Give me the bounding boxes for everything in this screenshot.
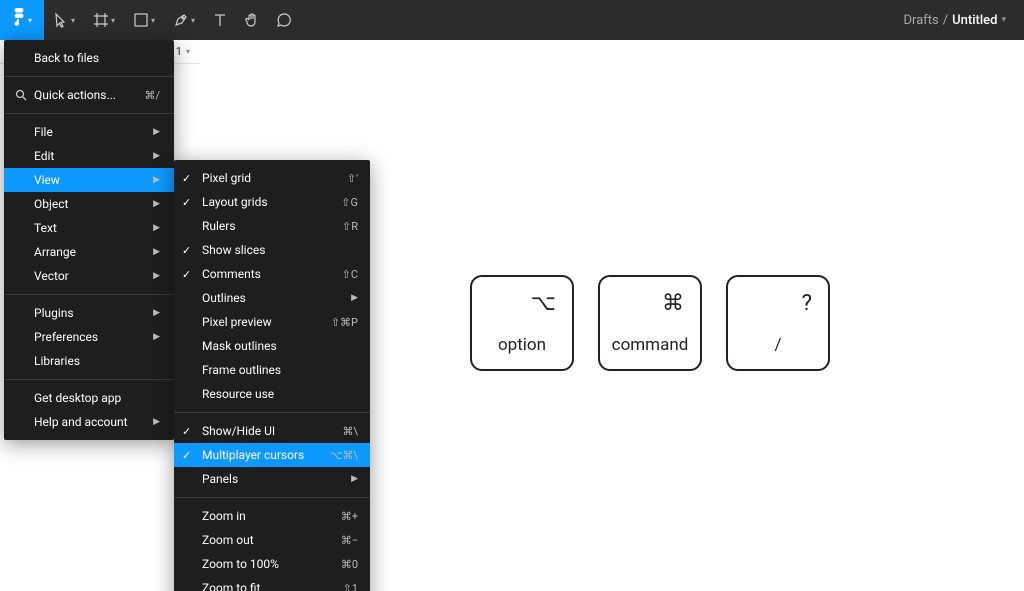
panel-tab-indicator: 1 xyxy=(176,45,182,58)
submenu-show-hide-ui[interactable]: ✓Show/Hide UI⌘\ xyxy=(174,419,370,443)
submenu-show-slices[interactable]: ✓Show slices xyxy=(174,238,370,262)
breadcrumb-folder[interactable]: Drafts xyxy=(904,13,939,28)
chevron-right-icon: ▶ xyxy=(153,127,160,137)
submenu-layout-grids[interactable]: ✓Layout grids⇧G xyxy=(174,190,370,214)
option-symbol: ⌥ xyxy=(531,291,556,316)
check-icon: ✓ xyxy=(182,425,196,438)
chevron-right-icon: ▶ xyxy=(153,247,160,257)
menu-separator xyxy=(4,294,174,295)
menu-plugins[interactable]: Plugins▶ xyxy=(4,301,174,325)
submenu-pixel-preview[interactable]: Pixel preview⇧⌘P xyxy=(174,310,370,334)
chevron-right-icon: ▶ xyxy=(153,417,160,427)
main-menu-dropdown: Back to files Quick actions... ⌘/ File▶ … xyxy=(4,40,174,440)
chevron-right-icon: ▶ xyxy=(153,175,160,185)
shape-tool[interactable]: ▾ xyxy=(124,0,164,40)
menu-separator xyxy=(4,76,174,77)
submenu-zoom-100[interactable]: Zoom to 100%⌘0 xyxy=(174,552,370,576)
submenu-frame-outlines[interactable]: Frame outlines xyxy=(174,358,370,382)
view-submenu: ✓Pixel grid⇧' ✓Layout grids⇧G Rulers⇧R ✓… xyxy=(174,160,370,591)
menu-separator xyxy=(174,412,370,413)
pen-tool[interactable]: ▾ xyxy=(164,0,204,40)
menu-separator xyxy=(174,497,370,498)
figma-menu-button[interactable]: ▾ xyxy=(0,0,44,40)
chevron-right-icon: ▶ xyxy=(153,271,160,281)
chevron-down-icon: ▾ xyxy=(111,16,115,25)
toolbar-left: ▾ ▾ ▾ ▾ ▾ xyxy=(0,0,300,40)
keyboard-keys-group: ⌥ option ⌘ command ? / xyxy=(470,275,830,371)
submenu-zoom-out[interactable]: Zoom out⌘− xyxy=(174,528,370,552)
option-label: option xyxy=(498,335,546,355)
move-tool[interactable]: ▾ xyxy=(44,0,84,40)
chevron-down-icon: ▾ xyxy=(71,16,75,25)
breadcrumb-separator: / xyxy=(943,13,948,28)
document-title[interactable]: Untitled xyxy=(952,13,997,28)
check-icon: ✓ xyxy=(182,196,196,209)
menu-separator xyxy=(4,113,174,114)
chevron-right-icon: ▶ xyxy=(153,151,160,161)
chevron-right-icon: ▶ xyxy=(351,293,358,303)
frame-tool[interactable]: ▾ xyxy=(84,0,124,40)
key-option: ⌥ option xyxy=(470,275,574,371)
chevron-right-icon: ▶ xyxy=(351,474,358,484)
chevron-right-icon: ▶ xyxy=(153,308,160,318)
search-icon xyxy=(14,89,28,101)
text-tool[interactable] xyxy=(204,0,236,40)
menu-view[interactable]: View▶ xyxy=(4,168,174,192)
check-icon: ✓ xyxy=(182,449,196,462)
check-icon: ✓ xyxy=(182,268,196,281)
menu-get-desktop[interactable]: Get desktop app xyxy=(4,386,174,410)
question-symbol: ? xyxy=(802,291,812,316)
menu-object[interactable]: Object▶ xyxy=(4,192,174,216)
chevron-down-icon[interactable]: ▾ xyxy=(1001,15,1006,25)
submenu-mask-outlines[interactable]: Mask outlines xyxy=(174,334,370,358)
menu-edit[interactable]: Edit▶ xyxy=(4,144,174,168)
check-icon: ✓ xyxy=(182,244,196,257)
figma-logo-icon xyxy=(12,8,26,32)
command-symbol: ⌘ xyxy=(662,291,684,316)
submenu-panels[interactable]: Panels▶ xyxy=(174,467,370,491)
chevron-right-icon: ▶ xyxy=(153,199,160,209)
toolbar-right: Drafts / Untitled ▾ xyxy=(904,13,1024,28)
submenu-pixel-grid[interactable]: ✓Pixel grid⇧' xyxy=(174,166,370,190)
check-icon: ✓ xyxy=(182,172,196,185)
menu-back-to-files[interactable]: Back to files xyxy=(4,46,174,70)
menu-separator xyxy=(4,379,174,380)
comment-tool[interactable] xyxy=(268,0,300,40)
key-command: ⌘ command xyxy=(598,275,702,371)
hand-tool[interactable] xyxy=(236,0,268,40)
chevron-down-icon: ▾ xyxy=(151,16,155,25)
submenu-resource-use[interactable]: Resource use xyxy=(174,382,370,406)
menu-help[interactable]: Help and account▶ xyxy=(4,410,174,434)
slash-label: / xyxy=(774,335,781,355)
chevron-down-icon: ▾ xyxy=(191,16,195,25)
submenu-multiplayer-cursors[interactable]: ✓Multiplayer cursors⌥⌘\ xyxy=(174,443,370,467)
chevron-down-icon: ▾ xyxy=(186,47,190,56)
menu-libraries[interactable]: Libraries xyxy=(4,349,174,373)
menu-arrange[interactable]: Arrange▶ xyxy=(4,240,174,264)
top-toolbar: ▾ ▾ ▾ ▾ ▾ Drafts / Untitled ▾ xyxy=(0,0,1024,40)
chevron-right-icon: ▶ xyxy=(153,332,160,342)
menu-file[interactable]: File▶ xyxy=(4,120,174,144)
submenu-zoom-in[interactable]: Zoom in⌘+ xyxy=(174,504,370,528)
submenu-comments[interactable]: ✓Comments⇧C xyxy=(174,262,370,286)
menu-vector[interactable]: Vector▶ xyxy=(4,264,174,288)
submenu-zoom-fit[interactable]: Zoom to fit⇧1 xyxy=(174,576,370,591)
submenu-outlines[interactable]: Outlines▶ xyxy=(174,286,370,310)
chevron-right-icon: ▶ xyxy=(153,223,160,233)
command-label: command xyxy=(612,335,689,355)
menu-quick-actions[interactable]: Quick actions... ⌘/ xyxy=(4,83,174,107)
chevron-down-icon: ▾ xyxy=(28,16,32,25)
submenu-rulers[interactable]: Rulers⇧R xyxy=(174,214,370,238)
menu-preferences[interactable]: Preferences▶ xyxy=(4,325,174,349)
key-slash: ? / xyxy=(726,275,830,371)
menu-text[interactable]: Text▶ xyxy=(4,216,174,240)
